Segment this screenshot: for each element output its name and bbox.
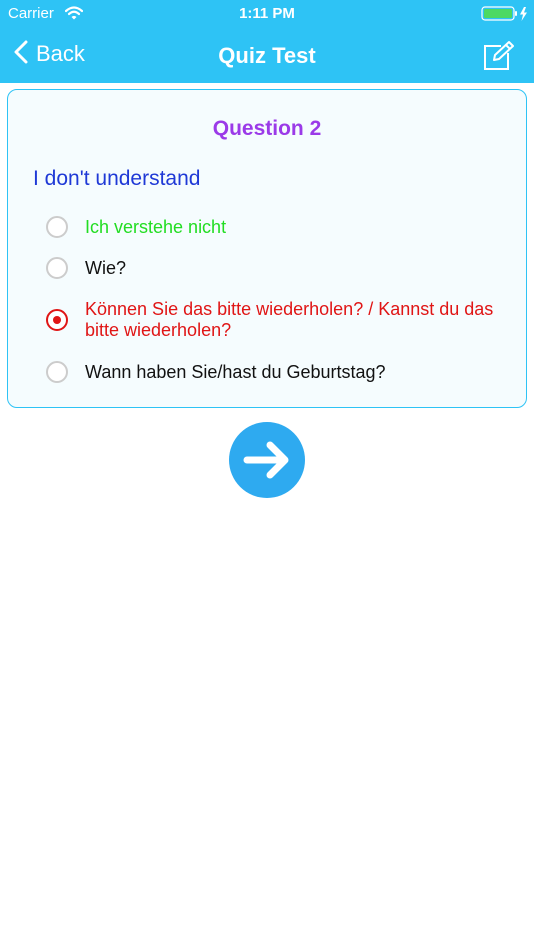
quiz-card: Question 2 I don't understand Ich verste… (7, 89, 527, 408)
answer-option-label: Ich verstehe nicht (85, 217, 227, 237)
radio-button[interactable] (46, 361, 68, 383)
page-title: Quiz Test (218, 43, 316, 68)
question-number: Question 2 (212, 117, 322, 140)
radio-button[interactable] (46, 257, 68, 279)
question-text: I don't understand (33, 167, 201, 190)
answer-option-label: Wie? (85, 258, 127, 278)
answer-option-label: Können Sie das bitte wiederholen? / Kann… (85, 299, 494, 340)
status-bar: Carrier 1:11 PM (0, 0, 534, 28)
edit-button[interactable] (482, 40, 514, 72)
navigation-bar: Back Quiz Test (0, 28, 534, 83)
edit-icon (482, 41, 514, 76)
radio-button-selected[interactable] (46, 309, 68, 331)
status-time: 1:11 PM (239, 5, 295, 22)
answer-option-label: Wann haben Sie/hast du Geburtstag? (85, 362, 386, 382)
battery-icon (481, 6, 529, 27)
next-button[interactable] (229, 422, 305, 498)
radio-button[interactable] (46, 216, 68, 238)
header: Carrier 1:11 PM Back Quiz Test (0, 0, 534, 83)
